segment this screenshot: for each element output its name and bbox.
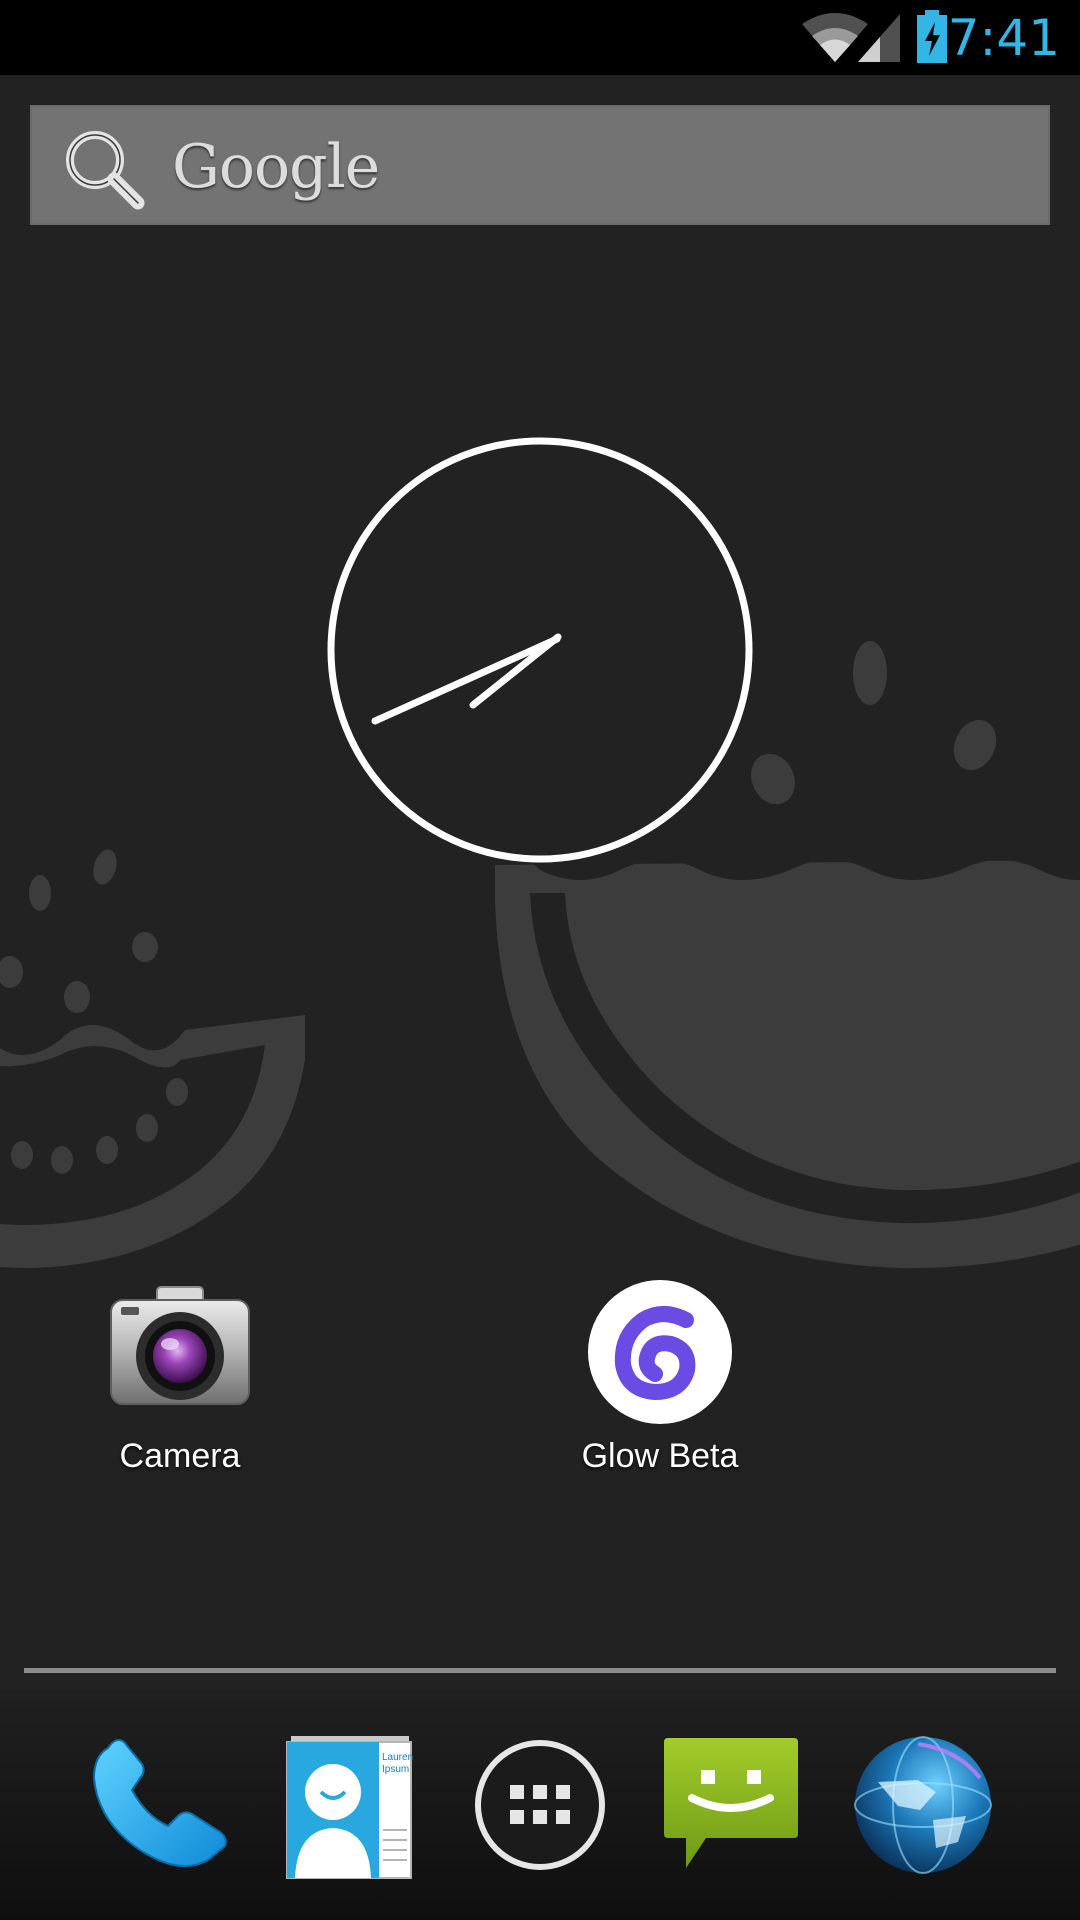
dock-divider <box>24 1668 1056 1673</box>
browser-globe-icon[interactable] <box>848 1730 998 1880</box>
google-search-bar[interactable]: Google <box>30 105 1050 225</box>
camera-app-label: Camera <box>119 1437 241 1475</box>
home-screen: 7:41 Google Camera Glow Beta Lauren Ipsu… <box>0 0 1080 1920</box>
camera-app-shortcut[interactable]: Camera <box>30 1280 330 1510</box>
contacts-card-line-1: Lauren <box>382 1752 413 1763</box>
status-time: 7:41 <box>947 9 1060 67</box>
contacts-card-line-2: Ipsum <box>382 1764 409 1775</box>
phone-icon[interactable] <box>80 1730 230 1880</box>
battery-charging-icon <box>917 10 947 63</box>
glow-beta-app-shortcut[interactable]: Glow Beta <box>510 1280 810 1510</box>
analog-clock-widget[interactable] <box>325 435 755 865</box>
messaging-icon[interactable] <box>656 1730 806 1880</box>
glow-beta-app-label: Glow Beta <box>581 1437 739 1475</box>
wallpaper-watermelon-left <box>0 849 305 1268</box>
camera-icon <box>110 1286 250 1405</box>
watermelon-wallpaper <box>0 641 1080 1269</box>
google-logo-text: Google <box>172 132 380 202</box>
favorites-dock: Lauren Ipsum <box>0 1690 1080 1920</box>
glow-icon <box>588 1280 732 1424</box>
app-drawer-icon[interactable] <box>465 1730 615 1880</box>
search-icon <box>66 131 145 210</box>
contacts-icon[interactable]: Lauren Ipsum <box>275 1730 425 1880</box>
status-bar: 7:41 <box>0 0 1080 75</box>
cell-signal-icon <box>858 14 900 62</box>
